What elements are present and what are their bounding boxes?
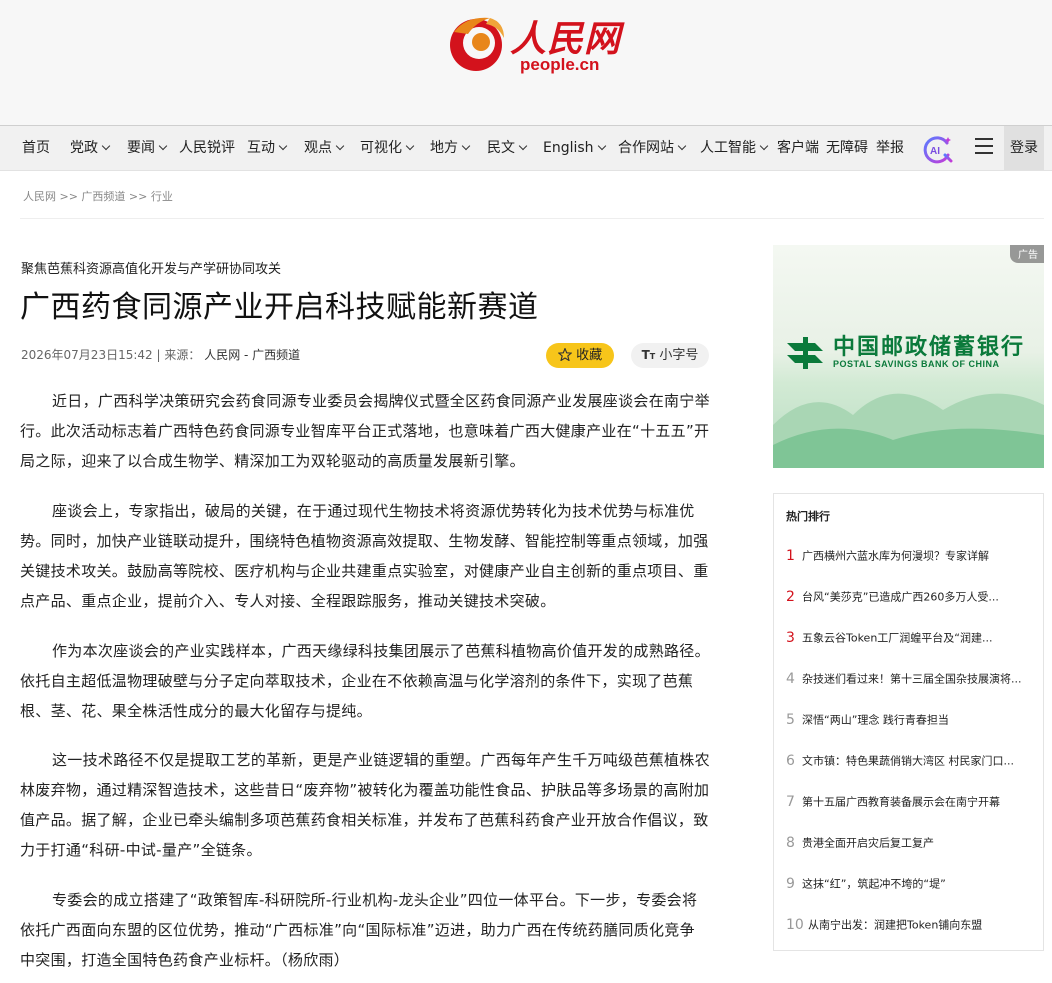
nav-item-news[interactable]: 要闻: [127, 126, 168, 170]
nav-item-party[interactable]: 党政: [70, 126, 111, 170]
chevron-down-icon: [677, 141, 687, 151]
nav-item-client[interactable]: 客户端: [777, 126, 819, 170]
ad-label: 广告: [1010, 245, 1044, 263]
list-item[interactable]: 1 广西横州六蓝水库为何漫坝？专家详解: [786, 545, 1036, 565]
list-item[interactable]: 5 深悟“两山”理念 践行青春担当: [786, 709, 1036, 729]
ad-bank-name: 中国邮政储蓄银行: [833, 335, 1026, 360]
font-size-icon: TT: [641, 348, 656, 362]
logo-en-text: people.cn: [520, 55, 600, 74]
ai-assistant-icon[interactable]: AI: [921, 134, 953, 164]
chevron-down-icon: [597, 141, 606, 151]
nav-item-report[interactable]: 举报: [876, 126, 904, 170]
nav-item-english[interactable]: English: [543, 126, 606, 170]
nav-item-visual[interactable]: 可视化: [360, 126, 415, 170]
list-item[interactable]: 7 第十五届广西教育装备展示会在南宁开幕: [786, 791, 1036, 811]
favorite-button[interactable]: 收藏: [546, 343, 614, 368]
list-item[interactable]: 9 这抹“红”，筑起冲不垮的“堤”: [786, 873, 1036, 893]
nav-item-accessibility[interactable]: 无障碍: [826, 126, 868, 170]
postal-bank-logo-icon: [787, 337, 823, 369]
list-item[interactable]: 8 贵港全面开启灾后复工复产: [786, 832, 1036, 852]
font-size-button[interactable]: TT 小字号: [631, 343, 709, 368]
list-item[interactable]: 6 文市镇：特色果蔬俏销大湾区 村民家门口...: [786, 750, 1036, 770]
article-paragraph: 这一技术路径不仅是提取工艺的革新，更是产业链逻辑的重塑。广西每年产生千万吨级芭蕉…: [20, 751, 710, 859]
list-item[interactable]: 10 从南宁出发：润建把Token铺向东盟: [786, 914, 1036, 934]
article-meta: 2026年07月23日15:42 | 来源： 人民网 - 广西频道: [21, 346, 300, 363]
hot-ranking-title: 热门排行: [786, 510, 830, 523]
svg-text:AI: AI: [930, 146, 940, 157]
chevron-down-icon: [278, 141, 288, 151]
nav-item-opinion[interactable]: 观点: [304, 126, 345, 170]
advertisement-banner[interactable]: 广告 中国邮政储蓄银行 POSTAL SAVINGS BANK OF CHINA: [773, 245, 1044, 468]
list-item[interactable]: 2 台风“美莎克”已造成广西260多万人受...: [786, 586, 1036, 606]
article-datetime: 2026年07月23日15:42: [21, 348, 153, 362]
article-paragraph: 专委会的成立搭建了“政策智库-科研院所-行业机构-龙头企业”四位一体平台。下一步…: [20, 891, 698, 969]
nav-item-home[interactable]: 首页: [22, 126, 50, 170]
menu-icon[interactable]: [975, 138, 993, 156]
source-prefix: | 来源：: [156, 348, 201, 362]
chevron-down-icon: [759, 141, 769, 151]
login-button[interactable]: 登录: [1004, 126, 1044, 170]
nav-item-local[interactable]: 地方: [430, 126, 471, 170]
font-size-label: 小字号: [659, 348, 699, 363]
ad-background-hills: [773, 393, 1044, 468]
article-source-link[interactable]: 人民网 - 广西频道: [204, 348, 300, 362]
hot-ranking-panel: 热门排行 1 广西横州六蓝水库为何漫坝？专家详解 2 台风“美莎克”已造成广西260…: [773, 493, 1044, 951]
chevron-down-icon: [518, 141, 528, 151]
chevron-down-icon: [405, 141, 415, 151]
chevron-down-icon: [335, 141, 345, 151]
nav-item-minority[interactable]: 民文: [487, 126, 528, 170]
article-paragraph: 近日，广西科学决策研究会药食同源专业委员会揭牌仪式暨全区药食同源产业发展座谈会在…: [20, 392, 710, 470]
article-kicker: 聚焦芭蕉科资源高值化开发与产学研协同攻关: [21, 262, 282, 277]
star-icon: [557, 347, 573, 362]
favorite-label: 收藏: [576, 348, 603, 363]
site-logo[interactable]: 人民网 people.cn: [446, 10, 626, 80]
nav-item-commentary[interactable]: 人民锐评: [179, 126, 235, 170]
article-paragraph: 座谈会上，专家指出，破局的关键，在于通过现代生物技术将资源优势转化为技术优势与标…: [20, 502, 709, 610]
nav-item-ai[interactable]: 人工智能: [700, 126, 769, 170]
list-item[interactable]: 4 杂技迷们看过来！第十三届全国杂技展演将...: [786, 668, 1036, 688]
chevron-down-icon: [461, 141, 471, 151]
list-item[interactable]: 3 五象云谷Token工厂润蝗平台及“润建...: [786, 627, 1036, 647]
people-logo-icon: [450, 17, 504, 71]
article-paragraph: 作为本次座谈会的产业实践样本，广西天缘绿科技集团展示了芭蕉科植物高价值开发的成熟…: [20, 642, 710, 720]
chevron-down-icon: [101, 141, 111, 151]
nav-item-interaction[interactable]: 互动: [247, 126, 288, 170]
chevron-down-icon: [158, 141, 168, 151]
breadcrumb[interactable]: 人民网 >> 广西频道 >> 行业: [23, 188, 173, 204]
article-title: 广西药食同源产业开启科技赋能新赛道: [20, 290, 539, 325]
nav-item-partners[interactable]: 合作网站: [618, 126, 687, 170]
ad-bank-name-en: POSTAL SAVINGS BANK OF CHINA: [833, 359, 1000, 369]
main-nav: 首页 党政 要闻 人民锐评 互动 观点 可视化 地方 民文 English 合作…: [0, 125, 1052, 171]
site-header: 人民网 people.cn: [0, 0, 1052, 125]
divider: [20, 218, 1044, 219]
